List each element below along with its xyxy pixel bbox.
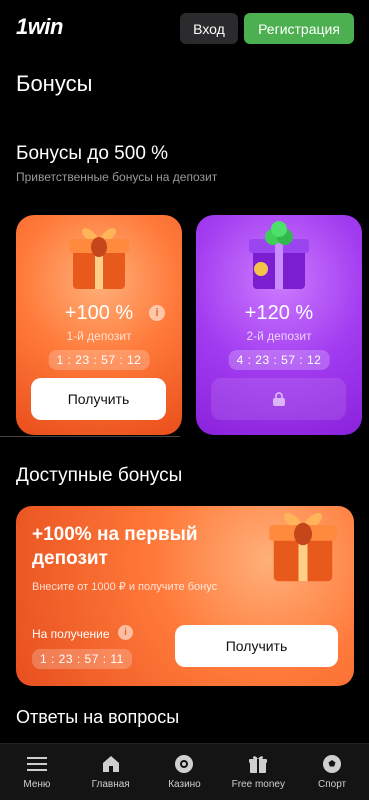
bonus-percent: +120 % — [244, 302, 314, 324]
countdown-timer: 1 : 23 : 57 : 12 — [48, 350, 150, 370]
register-button[interactable]: Регистрация — [244, 13, 354, 44]
scroll-indicator — [0, 436, 180, 437]
nav-label: Free money — [231, 779, 285, 790]
logo[interactable]: 1win — [16, 14, 63, 40]
menu-icon — [26, 757, 47, 771]
welcome-bonus-title: Бонусы до 500 % — [16, 143, 169, 164]
nav-label: Казино — [168, 779, 201, 790]
get-bonus-button[interactable]: Получить — [31, 378, 166, 420]
nav-label: Спорт — [318, 779, 347, 790]
bonus-card-second-deposit[interactable]: +120 % 2-й депозит 4 : 23 : 57 : 12 — [196, 215, 362, 435]
info-icon[interactable]: i — [118, 625, 133, 640]
receive-label: На получение — [32, 627, 110, 641]
header: 1win Вход Регистрация — [0, 0, 369, 58]
nav-label: Главная — [91, 779, 130, 790]
available-bonus-description: Внесите от 1000 ₽ и получите бонус — [32, 581, 218, 593]
nav-item-casino[interactable]: Казино — [148, 744, 222, 800]
nav-label: Меню — [23, 779, 51, 790]
nav-item-menu[interactable]: Меню — [0, 744, 74, 800]
page-title: Бонусы — [16, 71, 93, 96]
gift-box-icon — [69, 228, 129, 289]
welcome-bonus-subtitle: Приветственные бонусы на депозит — [16, 170, 218, 184]
available-bonuses-title: Доступные бонусы — [16, 465, 183, 486]
available-bonus-title: +100% на первый депозит — [32, 524, 198, 569]
get-bonus-button[interactable]: Получить — [175, 625, 338, 667]
countdown-timer: 4 : 23 : 57 : 12 — [228, 350, 330, 370]
deposit-label: 2-й депозит — [246, 329, 312, 343]
nav-item-home[interactable]: Главная — [74, 744, 148, 800]
gift-box-icon — [249, 221, 309, 289]
available-bonus-card[interactable]: +100% на первый депозит Внесите от 1000 … — [16, 506, 354, 686]
info-icon[interactable]: i — [149, 305, 165, 321]
faq-title: Ответы на вопросы — [16, 707, 180, 727]
locked-button — [211, 378, 346, 420]
home-icon — [102, 756, 119, 772]
casino-icon — [175, 755, 194, 773]
soccer-ball-icon — [323, 755, 342, 773]
deposit-label: 1-й депозит — [66, 329, 132, 343]
countdown-timer: 1 : 23 : 57 : 11 — [32, 649, 132, 669]
login-button[interactable]: Вход — [180, 13, 238, 44]
bottom-nav: Меню Главная Казино Free money Спорт — [0, 743, 369, 800]
gift-box-icon — [269, 512, 337, 582]
nav-item-sport[interactable]: Спорт — [295, 744, 369, 800]
gift-icon — [249, 756, 268, 773]
bonus-card-first-deposit[interactable]: +100 % i 1-й депозит 1 : 23 : 57 : 12 По… — [16, 215, 182, 435]
lock-icon — [272, 392, 285, 406]
nav-item-free-money[interactable]: Free money — [221, 744, 295, 800]
